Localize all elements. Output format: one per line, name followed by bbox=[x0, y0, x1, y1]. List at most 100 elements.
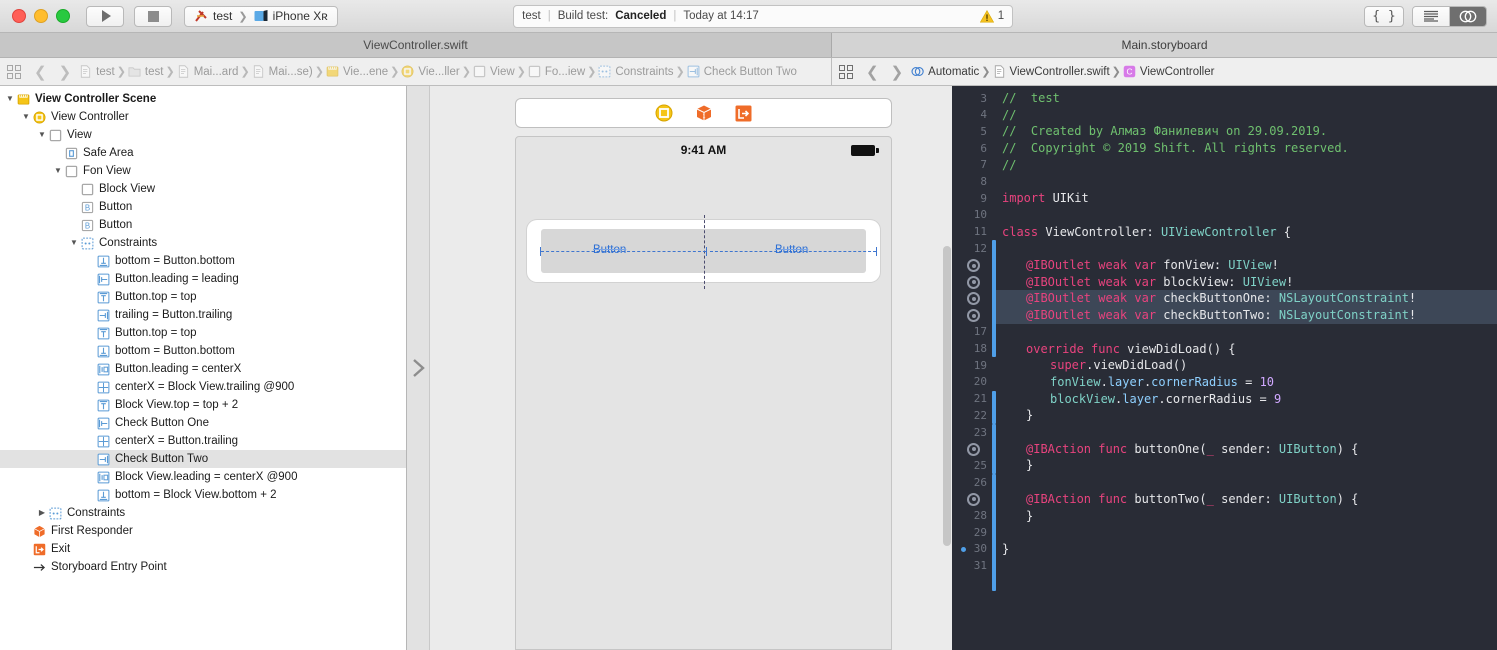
outline-row[interactable]: Safe Area bbox=[0, 144, 406, 162]
activity-status-bar[interactable]: test | Build test: Canceled | Today at 1… bbox=[513, 4, 1014, 28]
outline-row[interactable]: ▼ Constraints bbox=[0, 234, 406, 252]
ib-connection-marker[interactable] bbox=[967, 309, 980, 323]
standard-editor-button[interactable] bbox=[1412, 6, 1449, 26]
code-line[interactable]: // bbox=[1002, 107, 1016, 124]
disclosure-down-icon[interactable]: ▼ bbox=[52, 167, 64, 175]
related-items-icon-assistant[interactable] bbox=[839, 64, 853, 79]
outline-row[interactable]: bottom = Button.bottom bbox=[0, 342, 406, 360]
assistant-editor-button[interactable] bbox=[1448, 6, 1486, 26]
storyboard-canvas[interactable]: 1 9:41 AM Button Button bbox=[407, 86, 952, 650]
warning-indicator[interactable]: 1 bbox=[979, 9, 1004, 23]
code-line[interactable]: // bbox=[1002, 157, 1016, 174]
outline-row[interactable]: centerX = Block View.trailing @900 bbox=[0, 378, 406, 396]
outline-row[interactable]: First Responder bbox=[0, 522, 406, 540]
outline-row[interactable]: trailing = Button.trailing bbox=[0, 306, 406, 324]
outline-row[interactable]: B Button bbox=[0, 198, 406, 216]
outline-row[interactable]: Storyboard Entry Point bbox=[0, 558, 406, 576]
related-items-icon[interactable] bbox=[7, 64, 21, 79]
scheme-destination-selector[interactable]: test ❯ iPhone Xʀ bbox=[184, 5, 338, 27]
editor-gutter[interactable]: 3 4 5 6 7 8 9 10 11 12 17 18 19 20 21 22 23 25 26 28 29 30 31 bbox=[952, 86, 996, 650]
code-line[interactable]: import UIKit bbox=[1002, 190, 1089, 207]
canvas-vertical-scrollbar[interactable] bbox=[943, 246, 951, 546]
viewcontroller-icon[interactable] bbox=[655, 104, 673, 122]
fon-view[interactable]: Button Button bbox=[527, 215, 880, 289]
code-line[interactable]: override func viewDidLoad() { bbox=[1026, 341, 1236, 358]
run-button[interactable] bbox=[86, 5, 124, 27]
disclosure-down-icon[interactable]: ▼ bbox=[4, 95, 16, 103]
outline-row[interactable]: Button.top = top bbox=[0, 324, 406, 342]
jump-crumb-left-8[interactable]: Constraints bbox=[598, 65, 674, 78]
outline-row[interactable]: Block View.top = top + 2 bbox=[0, 396, 406, 414]
tab-viewcontroller-swift[interactable]: ViewController.swift bbox=[0, 33, 832, 57]
outline-row[interactable]: bottom = Block View.bottom + 2 bbox=[0, 486, 406, 504]
jump-crumb-right-0[interactable]: Automatic bbox=[911, 65, 979, 78]
jump-crumb-left-6[interactable]: View bbox=[473, 65, 515, 78]
code-line[interactable]: @IBOutlet weak var fonView: UIView! bbox=[1026, 257, 1279, 274]
jump-crumb-left-2[interactable]: Mai...ard bbox=[177, 65, 238, 78]
outline-row[interactable]: Exit bbox=[0, 540, 406, 558]
jump-crumb-left-9[interactable]: Check Button Two bbox=[687, 65, 797, 78]
assistant-code-editor[interactable]: 3 4 5 6 7 8 9 10 11 12 17 18 19 20 21 22 23 25 26 28 29 30 31 … bbox=[952, 86, 1497, 650]
disclosure-right-icon[interactable]: ▶ bbox=[36, 509, 48, 517]
minimize-window-button[interactable] bbox=[34, 9, 48, 23]
breakpoint-indicator[interactable] bbox=[961, 546, 966, 552]
source-code-area[interactable]: // test // // Created by Алмаз Фанилевич o… bbox=[996, 86, 1497, 650]
code-line[interactable]: } bbox=[1002, 541, 1009, 558]
button-one-label[interactable]: Button bbox=[593, 244, 626, 256]
outline-row[interactable]: centerX = Button.trailing bbox=[0, 432, 406, 450]
jump-crumb-left-7[interactable]: Fo...iew bbox=[528, 65, 585, 78]
outline-row[interactable]: Check Button One bbox=[0, 414, 406, 432]
jump-crumb-right-1[interactable]: ViewController.swift bbox=[993, 65, 1110, 78]
assistant-go-forward-button[interactable]: ❯ bbox=[887, 63, 908, 81]
assistant-go-back-button[interactable]: ❮ bbox=[862, 63, 883, 81]
outline-row[interactable]: B Button bbox=[0, 216, 406, 234]
code-line[interactable]: } bbox=[1026, 407, 1033, 424]
first-responder-icon[interactable]: 1 bbox=[695, 104, 713, 122]
ib-connection-marker[interactable] bbox=[967, 275, 980, 289]
outline-row[interactable]: Button.leading = leading bbox=[0, 270, 406, 288]
outline-collapse-handle[interactable] bbox=[407, 86, 430, 650]
outline-row[interactable]: bottom = Button.bottom bbox=[0, 252, 406, 270]
ib-connection-marker[interactable] bbox=[967, 292, 980, 306]
document-outline[interactable]: ▼ View Controller Scene ▼ View Controller ▼ V… bbox=[0, 86, 407, 650]
code-line[interactable]: @IBAction func buttonTwo(_ sender: UIBut… bbox=[1026, 491, 1358, 508]
outline-row[interactable]: Block View.leading = centerX @900 bbox=[0, 468, 406, 486]
disclosure-down-icon[interactable]: ▼ bbox=[20, 113, 32, 121]
ib-connection-marker[interactable] bbox=[967, 259, 980, 272]
jump-crumb-left-3[interactable]: Mai...se) bbox=[252, 65, 313, 78]
outline-row[interactable]: ▼ View bbox=[0, 126, 406, 144]
outline-row[interactable]: ▼ Fon View bbox=[0, 162, 406, 180]
zoom-window-button[interactable] bbox=[56, 9, 70, 23]
close-window-button[interactable] bbox=[12, 9, 26, 23]
button-two-label[interactable]: Button bbox=[775, 244, 808, 256]
outline-row[interactable]: ▼ View Controller bbox=[0, 108, 406, 126]
outline-row[interactable]: Button.top = top bbox=[0, 288, 406, 306]
code-line[interactable]: @IBOutlet weak var checkButtonOne: NSLay… bbox=[1026, 290, 1416, 307]
code-line[interactable]: @IBOutlet weak var blockView: UIView! bbox=[1026, 274, 1293, 291]
code-line[interactable]: @IBOutlet weak var checkButtonTwo: NSLay… bbox=[1026, 307, 1416, 324]
outline-row[interactable]: Check Button Two bbox=[0, 450, 406, 468]
outline-row[interactable]: Block View bbox=[0, 180, 406, 198]
code-line[interactable]: super.viewDidLoad() bbox=[1050, 357, 1187, 374]
code-line[interactable]: fonView.layer.cornerRadius = 10 bbox=[1050, 374, 1274, 391]
outline-row[interactable]: ▼ View Controller Scene bbox=[0, 90, 406, 108]
jump-crumb-left-1[interactable]: test bbox=[128, 65, 163, 78]
go-back-button[interactable]: ❮ bbox=[30, 63, 51, 81]
disclosure-down-icon[interactable]: ▼ bbox=[36, 131, 48, 139]
code-line[interactable]: blockView.layer.cornerRadius = 9 bbox=[1050, 391, 1281, 408]
jump-crumb-left-0[interactable]: test bbox=[79, 65, 115, 78]
outline-row[interactable]: Button.leading = centerX bbox=[0, 360, 406, 378]
code-line[interactable]: @IBAction func buttonOne(_ sender: UIBut… bbox=[1026, 441, 1358, 458]
code-line[interactable]: // Created by Алмаз Фанилевич on 29.09.2… bbox=[1002, 123, 1327, 140]
code-line[interactable]: // Copyright © 2019 Shift. All rights re… bbox=[1002, 140, 1349, 157]
code-line[interactable]: } bbox=[1026, 508, 1033, 525]
disclosure-down-icon[interactable]: ▼ bbox=[68, 239, 80, 247]
code-line[interactable]: // test bbox=[1002, 90, 1060, 107]
jump-crumb-left-5[interactable]: Vie...ller bbox=[401, 65, 460, 78]
exit-icon[interactable] bbox=[735, 105, 752, 122]
code-line[interactable]: class ViewController: UIViewController { bbox=[1002, 224, 1291, 241]
jump-crumb-left-4[interactable]: Vie...ene bbox=[326, 65, 388, 78]
ib-connection-marker[interactable] bbox=[967, 442, 980, 456]
view-controller-scene-preview[interactable]: 9:41 AM Button Button bbox=[515, 136, 892, 650]
ib-connection-marker[interactable] bbox=[967, 492, 980, 506]
